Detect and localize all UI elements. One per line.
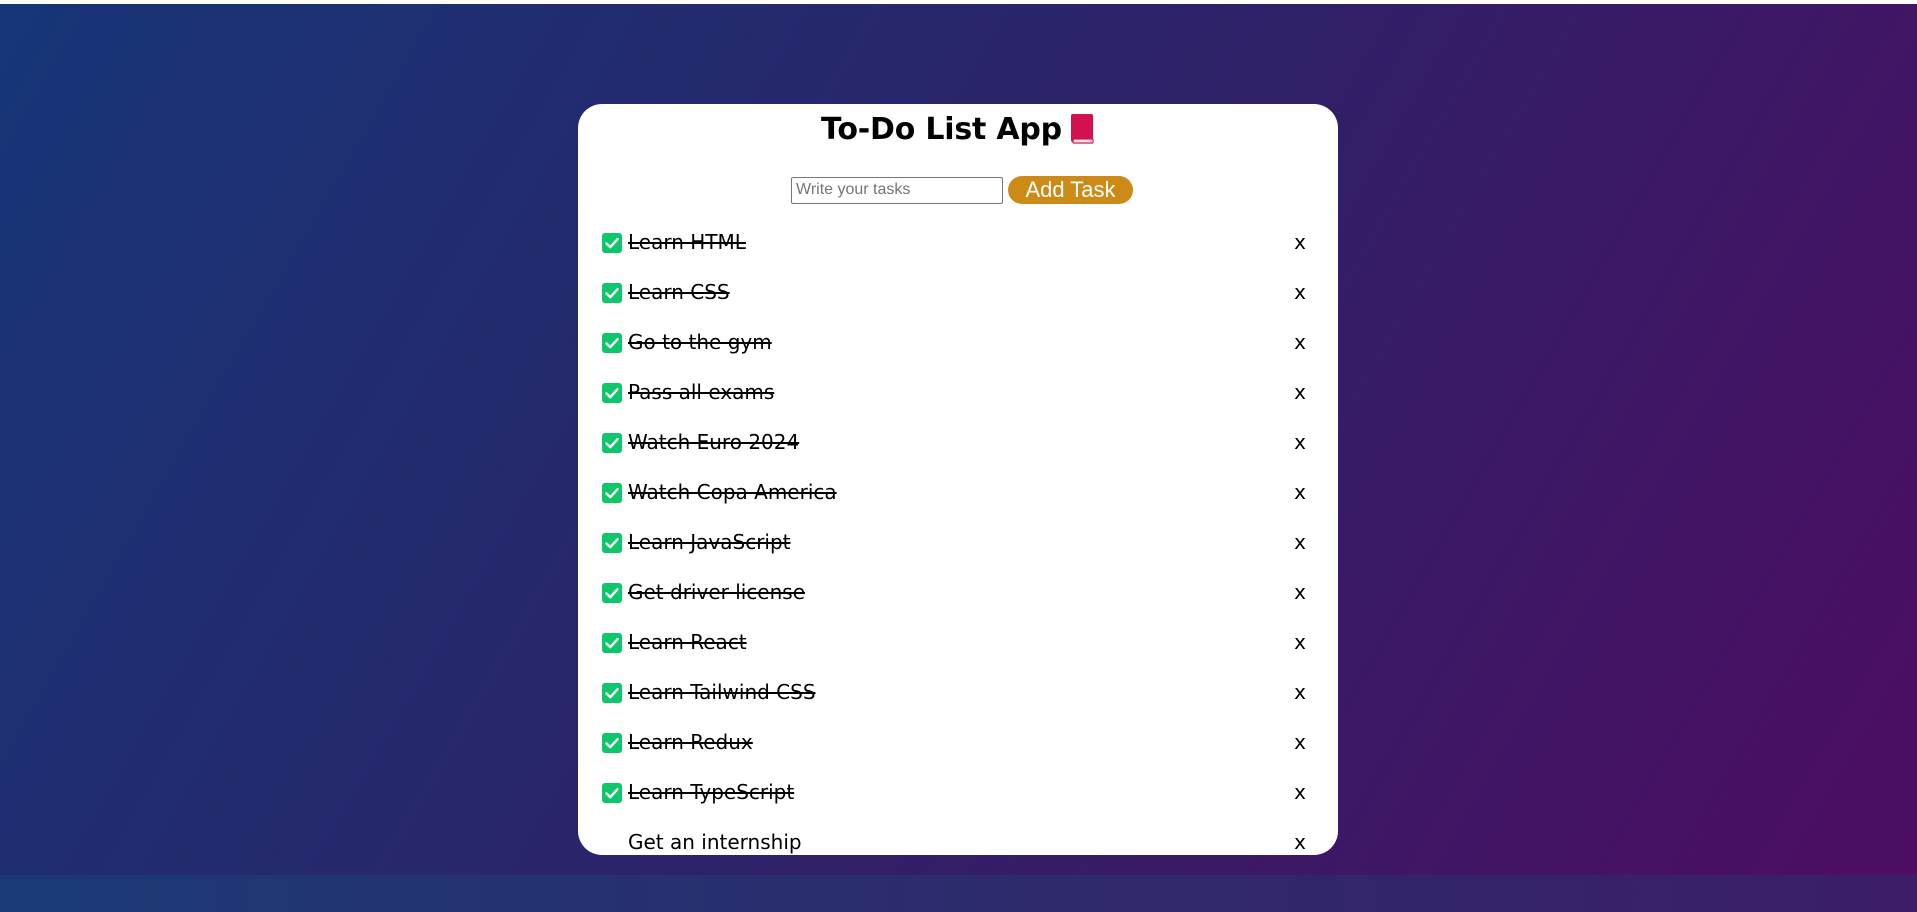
closed-book-icon	[1069, 113, 1095, 145]
checkbox-checked-icon[interactable]	[602, 633, 622, 653]
checkbox-checked-icon[interactable]	[602, 433, 622, 453]
task-item[interactable]: Watch Copa America x	[578, 468, 1338, 518]
task-item[interactable]: Learn JavaScript x	[578, 518, 1338, 568]
task-text[interactable]: Learn TypeScript	[628, 779, 794, 805]
page-title: To-Do List App	[821, 111, 1062, 147]
task-text[interactable]: Go to the gym	[628, 329, 772, 355]
checkbox-checked-icon[interactable]	[602, 383, 622, 403]
header: To-Do List App	[578, 108, 1338, 150]
task-item[interactable]: Learn HTML x	[578, 218, 1338, 268]
delete-task-button[interactable]: x	[1290, 779, 1310, 805]
checkbox-checked-icon[interactable]	[602, 283, 622, 303]
checkbox-unchecked-icon[interactable]	[602, 833, 622, 853]
checkbox-checked-icon[interactable]	[602, 333, 622, 353]
task-text[interactable]: Learn Redux	[628, 729, 753, 755]
add-task-form: Add Task	[578, 176, 1338, 204]
delete-task-button[interactable]: x	[1290, 479, 1310, 505]
task-list: Learn HTML x Learn CSS x Go to the gym x Pass …	[578, 218, 1338, 855]
task-item[interactable]: Learn CSS x	[578, 268, 1338, 318]
task-text[interactable]: Learn JavaScript	[628, 529, 791, 555]
delete-task-button[interactable]: x	[1290, 329, 1310, 355]
checkbox-checked-icon[interactable]	[602, 733, 622, 753]
checkbox-checked-icon[interactable]	[602, 583, 622, 603]
delete-task-button[interactable]: x	[1290, 229, 1310, 255]
task-item[interactable]: Learn TypeScript x	[578, 768, 1338, 818]
task-item[interactable]: Learn Redux x	[578, 718, 1338, 768]
task-text[interactable]: Learn CSS	[628, 279, 730, 305]
checkbox-checked-icon[interactable]	[602, 483, 622, 503]
checkbox-checked-icon[interactable]	[602, 533, 622, 553]
task-text[interactable]: Watch Copa America	[628, 479, 837, 505]
task-text[interactable]: Learn HTML	[628, 229, 746, 255]
add-task-button[interactable]: Add Task	[1008, 176, 1133, 204]
todo-card: To-Do List App Add Task Learn HTMLxLearn…	[578, 104, 1338, 855]
delete-task-button[interactable]: x	[1290, 829, 1310, 855]
task-item[interactable]: Get an internship x	[578, 818, 1338, 855]
task-text[interactable]: Watch Euro 2024	[628, 429, 799, 455]
checkbox-checked-icon[interactable]	[602, 683, 622, 703]
task-item[interactable]: Watch Euro 2024 x	[578, 418, 1338, 468]
delete-task-button[interactable]: x	[1290, 379, 1310, 405]
task-text[interactable]: Get an internship	[628, 829, 802, 855]
delete-task-button[interactable]: x	[1290, 729, 1310, 755]
checkbox-checked-icon[interactable]	[602, 783, 622, 803]
task-text[interactable]: Learn React	[628, 629, 747, 655]
task-item[interactable]: Pass all exams x	[578, 368, 1338, 418]
task-item[interactable]: Get driver license x	[578, 568, 1338, 618]
task-text[interactable]: Get driver license	[628, 579, 805, 605]
task-text[interactable]: Pass all exams	[628, 379, 774, 405]
checkbox-checked-icon[interactable]	[602, 233, 622, 253]
delete-task-button[interactable]: x	[1290, 679, 1310, 705]
task-input[interactable]	[791, 176, 1003, 204]
delete-task-button[interactable]: x	[1290, 529, 1310, 555]
task-item[interactable]: Go to the gym x	[578, 318, 1338, 368]
bottom-background-strip	[0, 875, 1917, 912]
delete-task-button[interactable]: x	[1290, 629, 1310, 655]
task-item[interactable]: Learn Tailwind CSS x	[578, 668, 1338, 718]
task-text[interactable]: Learn Tailwind CSS	[628, 679, 816, 705]
delete-task-button[interactable]: x	[1290, 579, 1310, 605]
task-item[interactable]: Learn React x	[578, 618, 1338, 668]
delete-task-button[interactable]: x	[1290, 279, 1310, 305]
delete-task-button[interactable]: x	[1290, 429, 1310, 455]
